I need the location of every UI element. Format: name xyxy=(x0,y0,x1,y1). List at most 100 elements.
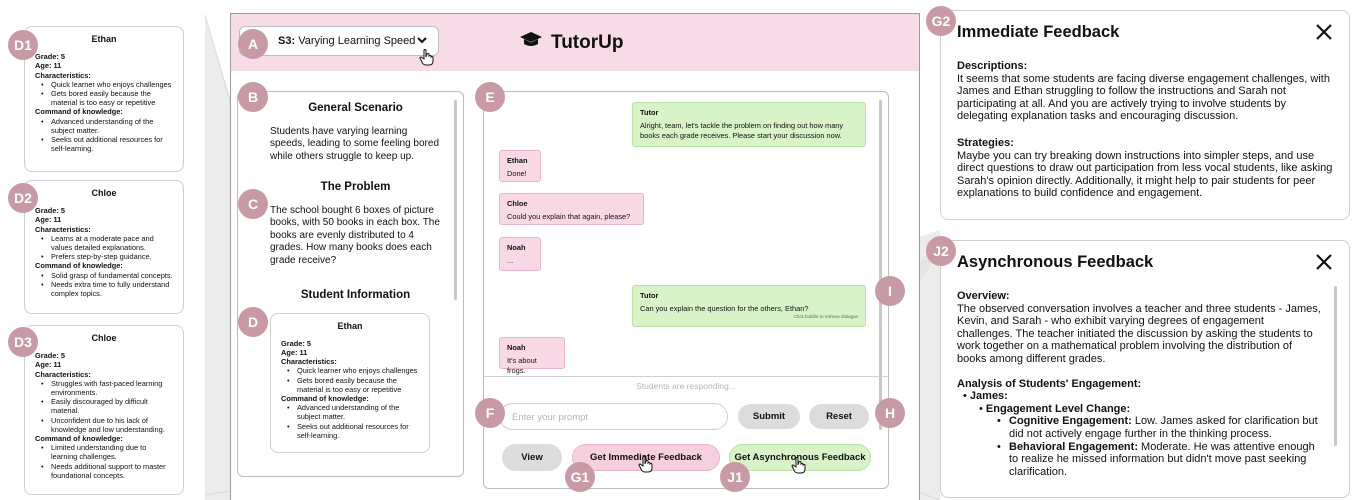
student-name: Ethan xyxy=(91,34,117,44)
knowledge-label: Command of knowledge: xyxy=(35,107,123,117)
async-scrollbar[interactable] xyxy=(1334,286,1337,446)
knowledge-item: Needs extra time to fully understand com… xyxy=(35,280,173,298)
async-feedback-card: Asynchronous Feedback Overview: The obse… xyxy=(940,240,1350,498)
student-age: Age: 11 xyxy=(281,347,308,357)
view-button[interactable]: View xyxy=(502,444,562,471)
app-logo: TutorUp xyxy=(519,31,623,55)
message-sender: Tutor xyxy=(640,291,659,300)
message-text: Could you explain that again, please? xyxy=(507,212,631,221)
app-window: S3: Varying Learning Speed TutorUp Gener… xyxy=(230,13,920,500)
badge-j1: J1 xyxy=(720,462,750,492)
student-name: Chloe xyxy=(91,333,117,343)
badge-d3: D3 xyxy=(8,327,38,357)
student-info-card: Ethan Grade: 5 Age: 11 Characteristics: … xyxy=(270,312,430,453)
overview-text: The observed conversation involves a tea… xyxy=(957,302,1321,365)
chat-message-tutor[interactable]: Tutor Alright, team, let's tackle the pr… xyxy=(632,102,866,147)
general-scenario-title: General Scenario xyxy=(308,102,403,114)
characteristics-label: Characteristics: xyxy=(35,224,91,234)
student-card-d2: Chloe Grade: 5 Age: 11 Characteristics: … xyxy=(24,180,184,314)
message-sender: Tutor xyxy=(640,108,659,117)
student-grade: Grade: 5 xyxy=(281,338,311,348)
knowledge-label: Command of knowledge: xyxy=(281,393,369,403)
knowledge-item: Seeks out additional resources for self-… xyxy=(281,422,419,440)
submit-button[interactable]: Submit xyxy=(738,404,800,429)
general-scenario-text: Students have varying learning speeds, l… xyxy=(270,125,440,162)
message-sender: Chloe xyxy=(507,199,528,208)
knowledge-item: Limited understanding due to learning ch… xyxy=(35,443,173,461)
knowledge-item: Advanced understanding of the subject ma… xyxy=(35,117,173,135)
scenario-panel: General Scenario Students have varying l… xyxy=(237,91,464,477)
knowledge-item: Needs additional support to master found… xyxy=(35,462,173,480)
characteristic-item: Learns at a moderate pace and values det… xyxy=(35,234,173,252)
chat-message-tutor[interactable]: Tutor Can you explain the question for t… xyxy=(632,285,866,327)
badge-h: H xyxy=(875,398,905,428)
student-grade: Grade: 5 xyxy=(35,351,65,361)
student-name: James: xyxy=(969,390,1008,403)
immediate-feedback-card: Immediate Feedback Descriptions: It seem… xyxy=(940,10,1350,220)
graduation-cap-icon xyxy=(519,31,543,55)
app-header: S3: Varying Learning Speed TutorUp xyxy=(231,14,919,71)
knowledge-item: Solid grasp of fundamental concepts. xyxy=(35,271,173,280)
scenario-scrollbar[interactable] xyxy=(454,100,457,300)
close-icon[interactable] xyxy=(1315,251,1333,277)
immediate-feedback-title: Immediate Feedback xyxy=(957,23,1120,41)
behavioral-label: Behavioral Engagement: xyxy=(1009,440,1138,453)
characteristic-item: Prefers step-by-step guidance. xyxy=(35,252,173,261)
student-age: Age: 11 xyxy=(35,360,62,370)
message-sender: Ethan xyxy=(507,156,528,165)
knowledge-item: Seeks out additional resources for self-… xyxy=(35,135,173,153)
reset-button[interactable]: Reset xyxy=(809,404,869,429)
badge-i: I xyxy=(875,276,905,306)
badge-f: F xyxy=(475,398,505,428)
message-text: ... xyxy=(507,256,514,265)
responding-status: Students are responding... xyxy=(636,381,736,391)
scenario-select[interactable]: S3: Varying Learning Speed xyxy=(239,26,439,56)
knowledge-label: Command of knowledge: xyxy=(35,434,123,444)
badge-a: A xyxy=(238,29,268,59)
analysis-label: Analysis of Students' Engagement: xyxy=(957,377,1142,390)
student-grade: Grade: 5 xyxy=(35,206,65,216)
message-text: Alright, team, let's tackle the problem … xyxy=(640,121,844,140)
badge-g2: G2 xyxy=(926,6,956,36)
characteristic-item: Quick learner who enjoys challenges xyxy=(281,366,419,375)
chevron-down-icon xyxy=(416,34,428,49)
cognitive-label: Cognitive Engagement: xyxy=(1009,415,1132,428)
chat-message-student[interactable]: Ethan Done! xyxy=(499,150,541,182)
problem-text: The school bought 6 boxes of picture boo… xyxy=(270,204,440,266)
characteristics-label: Characteristics: xyxy=(35,70,91,80)
student-info-title: Student Information xyxy=(300,289,411,301)
retrieve-hint: Click bubble to retrieve dialogue xyxy=(793,314,858,319)
chat-message-student[interactable]: Chloe Could you explain that again, plea… xyxy=(499,193,644,225)
problem-title: The Problem xyxy=(320,181,391,193)
message-sender: Noah xyxy=(507,243,526,252)
student-card-d1: Ethan Grade: 5 Age: 11 Characteristics: … xyxy=(24,26,184,172)
hand-cursor-icon xyxy=(419,49,434,66)
message-text: It's about frogs. xyxy=(507,356,537,375)
badge-d2: D2 xyxy=(8,183,38,213)
close-icon[interactable] xyxy=(1315,21,1333,47)
badge-c: C xyxy=(238,189,268,219)
badge-d1: D1 xyxy=(8,30,38,60)
characteristic-item: Unconfident due to his lack of knowledge… xyxy=(35,416,173,434)
app-title: TutorUp xyxy=(551,32,624,53)
student-age: Age: 11 xyxy=(35,61,62,71)
characteristics-label: Characteristics: xyxy=(35,369,91,379)
engagement-change-label: Engagement Level Change: xyxy=(985,402,1131,415)
overview-label: Overview: xyxy=(957,290,1010,302)
student-age: Age: 11 xyxy=(35,215,62,225)
chat-message-student[interactable]: Noah ... xyxy=(499,237,541,271)
student-card-d3: Chloe Grade: 5 Age: 11 Characteristics: … xyxy=(24,325,184,495)
message-text: Done! xyxy=(507,169,527,178)
chat-divider xyxy=(484,376,888,377)
knowledge-label: Command of knowledge: xyxy=(35,261,123,271)
characteristic-item: Gets bored easily because the material i… xyxy=(35,89,173,107)
student-name: Ethan xyxy=(337,320,363,331)
prompt-input[interactable]: Enter your prompt xyxy=(499,403,728,430)
chat-message-student[interactable]: Noah It's about frogs. xyxy=(499,337,565,375)
badge-d: D xyxy=(238,307,268,337)
descriptions-text: It seems that some students are facing d… xyxy=(957,72,1330,123)
characteristic-item: Quick learner who enjoys challenges xyxy=(35,80,173,89)
characteristic-item: Gets bored easily because the material i… xyxy=(281,376,419,394)
badge-e: E xyxy=(475,82,505,112)
async-feedback-title: Asynchronous Feedback xyxy=(957,253,1154,271)
